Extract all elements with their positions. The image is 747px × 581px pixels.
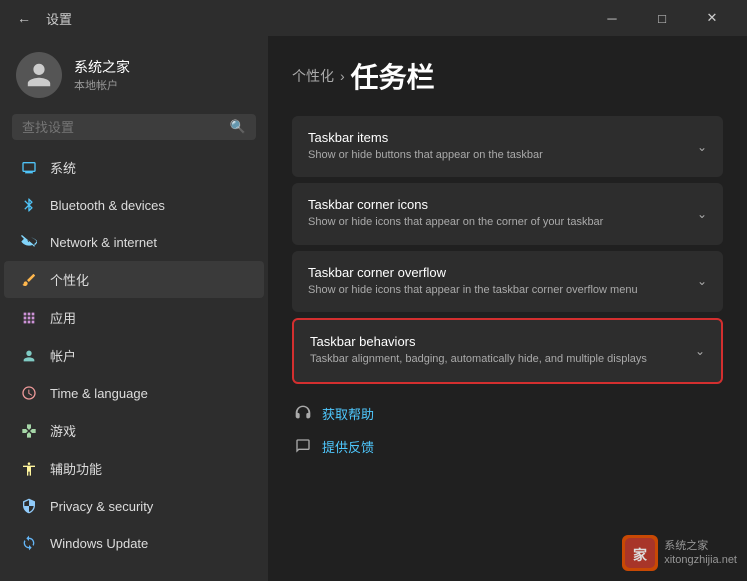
setting-card-desc: Show or hide icons that appear on the co… [308, 215, 603, 230]
sidebar-label-privacy: Privacy & security [50, 499, 153, 514]
user-info: 系统之家 本地帐户 [74, 57, 130, 93]
help-link[interactable]: 获取帮助 [292, 400, 723, 427]
clock-icon [20, 384, 38, 402]
sidebar-item-personalize[interactable]: 个性化 [4, 261, 264, 298]
sidebar-item-apps[interactable]: 应用 [4, 299, 264, 336]
search-box[interactable]: 🔍 [12, 114, 256, 140]
setting-card-desc: Show or hide icons that appear in the ta… [308, 283, 638, 298]
chevron-down-icon: ⌄ [695, 344, 705, 358]
gamepad-icon [20, 422, 38, 440]
setting-card-title: Taskbar corner overflow [308, 265, 638, 280]
feedback-icon [294, 437, 312, 455]
sidebar-label-time: Time & language [50, 386, 148, 401]
help-link-label: 获取帮助 [322, 404, 374, 423]
user-icon [25, 61, 53, 89]
watermark: 家 系统之家 xitongzhijia.net [622, 535, 737, 571]
sidebar-item-gaming[interactable]: 游戏 [4, 412, 264, 449]
monitor-icon [20, 159, 38, 177]
chevron-down-icon: ⌄ [697, 207, 707, 221]
content-area: 个性化 › 任务栏 Taskbar items Show or hide but… [268, 36, 747, 581]
bluetooth-icon [20, 196, 38, 214]
sidebar-item-time[interactable]: Time & language [4, 375, 264, 411]
sidebar-label-network: Network & internet [50, 235, 157, 250]
bottom-links: 获取帮助 提供反馈 [292, 400, 723, 460]
window-controls: ─ □ ✕ [589, 4, 735, 32]
sidebar-item-privacy[interactable]: Privacy & security [4, 488, 264, 524]
breadcrumb-parent[interactable]: 个性化 [292, 66, 334, 86]
avatar [16, 52, 62, 98]
sidebar-label-system: 系统 [50, 158, 76, 177]
apps-icon [20, 309, 38, 327]
sidebar-item-network[interactable]: Network & internet [4, 224, 264, 260]
setting-card-desc: Taskbar alignment, badging, automaticall… [310, 352, 647, 367]
nav-items: 系统 Bluetooth & devices Network & interne… [0, 148, 268, 581]
titlebar: ← 设置 ─ □ ✕ [0, 0, 747, 36]
svg-text:家: 家 [633, 547, 648, 563]
sidebar-item-update[interactable]: Windows Update [4, 525, 264, 561]
breadcrumb-separator: › [340, 68, 345, 84]
page-title: 任务栏 [351, 56, 435, 96]
sidebar-item-bluetooth[interactable]: Bluetooth & devices [4, 187, 264, 223]
watermark-text-block: 系统之家 xitongzhijia.net [664, 539, 737, 568]
setting-card-title: Taskbar items [308, 130, 543, 145]
setting-card-taskbar-items[interactable]: Taskbar items Show or hide buttons that … [292, 116, 723, 177]
user-profile[interactable]: 系统之家 本地帐户 [0, 36, 268, 110]
person-icon [20, 347, 38, 365]
sidebar-label-personalize: 个性化 [50, 270, 89, 289]
sidebar-label-bluetooth: Bluetooth & devices [50, 198, 165, 213]
feedback-link[interactable]: 提供反馈 [292, 433, 723, 460]
setting-card-title: Taskbar behaviors [310, 334, 647, 349]
setting-card-text: Taskbar corner overflow Show or hide ico… [308, 265, 638, 298]
maximize-button[interactable]: □ [639, 4, 685, 32]
sidebar-label-accounts: 帐户 [50, 346, 76, 365]
headset-icon [294, 404, 312, 422]
app-layout: 系统之家 本地帐户 🔍 系统 Bluetooth & devices [0, 36, 747, 581]
setting-card-text: Taskbar items Show or hide buttons that … [308, 130, 543, 163]
setting-card-taskbar-corner-overflow[interactable]: Taskbar corner overflow Show or hide ico… [292, 251, 723, 312]
sidebar-label-apps: 应用 [50, 308, 76, 327]
sidebar-item-accessibility[interactable]: 辅助功能 [4, 450, 264, 487]
user-name: 系统之家 [74, 57, 130, 77]
close-button[interactable]: ✕ [689, 4, 735, 32]
setting-card-text: Taskbar behaviors Taskbar alignment, bad… [310, 334, 647, 367]
sidebar-label-update: Windows Update [50, 536, 148, 551]
search-icon: 🔍 [230, 119, 246, 135]
setting-card-taskbar-behaviors[interactable]: Taskbar behaviors Taskbar alignment, bad… [292, 318, 723, 383]
watermark-line1: 系统之家 [664, 539, 737, 553]
watermark-line2: xitongzhijia.net [664, 553, 737, 567]
minimize-button[interactable]: ─ [589, 4, 635, 32]
app-title: 设置 [46, 9, 72, 28]
sidebar-label-gaming: 游戏 [50, 421, 76, 440]
setting-card-taskbar-corner-icons[interactable]: Taskbar corner icons Show or hide icons … [292, 183, 723, 244]
watermark-logo: 家 [622, 535, 658, 571]
search-input[interactable] [22, 120, 222, 135]
feedback-link-label: 提供反馈 [322, 437, 374, 456]
sidebar: 系统之家 本地帐户 🔍 系统 Bluetooth & devices [0, 36, 268, 581]
setting-card-desc: Show or hide buttons that appear on the … [308, 148, 543, 163]
sidebar-item-system[interactable]: 系统 [4, 149, 264, 186]
back-button[interactable]: ← [12, 6, 36, 30]
setting-card-title: Taskbar corner icons [308, 197, 603, 212]
sidebar-label-accessibility: 辅助功能 [50, 459, 102, 478]
setting-card-text: Taskbar corner icons Show or hide icons … [308, 197, 603, 230]
sidebar-item-accounts[interactable]: 帐户 [4, 337, 264, 374]
chevron-down-icon: ⌄ [697, 274, 707, 288]
logo-icon: 家 [625, 538, 655, 568]
settings-list: Taskbar items Show or hide buttons that … [292, 116, 723, 384]
breadcrumb: 个性化 › 任务栏 [292, 56, 723, 96]
paint-icon [20, 271, 38, 289]
chevron-down-icon: ⌄ [697, 140, 707, 154]
shield-icon [20, 497, 38, 515]
accessibility-icon [20, 460, 38, 478]
user-subtitle: 本地帐户 [74, 77, 130, 93]
network-icon [20, 233, 38, 251]
update-icon [20, 534, 38, 552]
titlebar-left: ← 设置 [12, 6, 72, 30]
